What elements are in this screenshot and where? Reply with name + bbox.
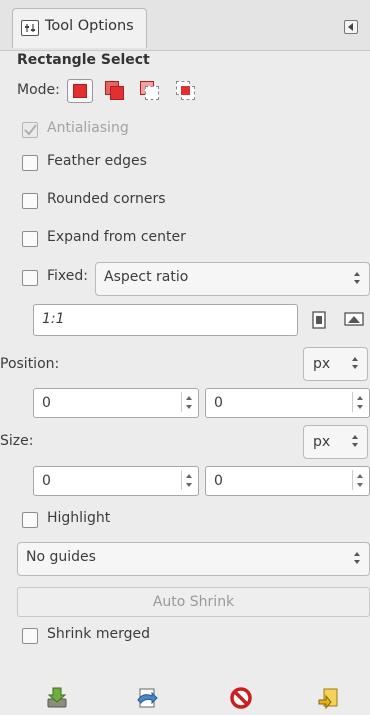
dropdown-arrows-icon bbox=[352, 357, 359, 369]
fixed-mode-value: Aspect ratio bbox=[104, 269, 189, 285]
replace-mode-icon[interactable] bbox=[67, 79, 93, 103]
tab-menu-icon[interactable] bbox=[344, 20, 358, 34]
size-unit-dropdown[interactable]: px bbox=[303, 425, 368, 459]
antialiasing-label: Antialiasing bbox=[47, 120, 129, 136]
expand-from-center-label: Expand from center bbox=[47, 229, 186, 245]
position-label: Position: bbox=[0, 356, 60, 372]
restore-preset-icon[interactable] bbox=[135, 686, 159, 710]
antialiasing-checkbox[interactable] bbox=[22, 122, 38, 138]
reset-icon[interactable] bbox=[316, 686, 340, 710]
auto-shrink-button[interactable]: Auto Shrink bbox=[17, 587, 370, 617]
portrait-icon[interactable] bbox=[310, 310, 328, 330]
spin-arrows-icon[interactable] bbox=[181, 470, 196, 490]
size-width-input[interactable]: 0 bbox=[33, 466, 199, 496]
highlight-checkbox[interactable] bbox=[22, 512, 38, 528]
tool-options-icon bbox=[21, 20, 39, 36]
guides-dropdown[interactable]: No guides bbox=[17, 542, 370, 576]
subtract-mode-icon[interactable] bbox=[138, 79, 164, 103]
fixed-label: Fixed: bbox=[47, 268, 88, 284]
delete-preset-icon[interactable] bbox=[229, 686, 253, 710]
position-y-input[interactable]: 0 bbox=[205, 388, 370, 418]
guides-value: No guides bbox=[26, 549, 96, 565]
size-height-input[interactable]: 0 bbox=[205, 466, 370, 496]
shrink-merged-checkbox[interactable] bbox=[22, 628, 38, 644]
dropdown-arrows-icon bbox=[354, 552, 361, 564]
mode-label: Mode: bbox=[17, 82, 60, 98]
rounded-corners-label: Rounded corners bbox=[47, 191, 166, 207]
spin-arrows-icon[interactable] bbox=[352, 470, 367, 490]
intersect-mode-icon[interactable] bbox=[174, 79, 200, 103]
landscape-icon[interactable] bbox=[343, 310, 365, 328]
add-mode-icon[interactable] bbox=[103, 79, 129, 103]
rounded-corners-checkbox[interactable] bbox=[22, 193, 38, 209]
expand-from-center-checkbox[interactable] bbox=[22, 231, 38, 247]
fixed-mode-dropdown[interactable]: Aspect ratio bbox=[95, 262, 370, 296]
aspect-ratio-input[interactable]: 1:1 bbox=[33, 304, 298, 336]
tab-label: Tool Options bbox=[45, 18, 134, 34]
save-preset-icon[interactable] bbox=[45, 686, 69, 710]
dropdown-arrows-icon bbox=[354, 272, 361, 284]
size-label: Size: bbox=[0, 433, 34, 449]
tab-tool-options[interactable]: Tool Options bbox=[12, 8, 147, 48]
feather-edges-label: Feather edges bbox=[47, 153, 147, 169]
dropdown-arrows-icon bbox=[352, 435, 359, 447]
spin-arrows-icon[interactable] bbox=[352, 392, 367, 412]
spin-arrows-icon[interactable] bbox=[181, 392, 196, 412]
highlight-label: Highlight bbox=[47, 510, 111, 526]
tool-title: Rectangle Select bbox=[17, 52, 150, 68]
fixed-checkbox[interactable] bbox=[22, 270, 38, 286]
position-unit-dropdown[interactable]: px bbox=[303, 347, 368, 381]
position-x-input[interactable]: 0 bbox=[33, 388, 199, 418]
feather-edges-checkbox[interactable] bbox=[22, 155, 38, 171]
shrink-merged-label: Shrink merged bbox=[47, 626, 150, 642]
